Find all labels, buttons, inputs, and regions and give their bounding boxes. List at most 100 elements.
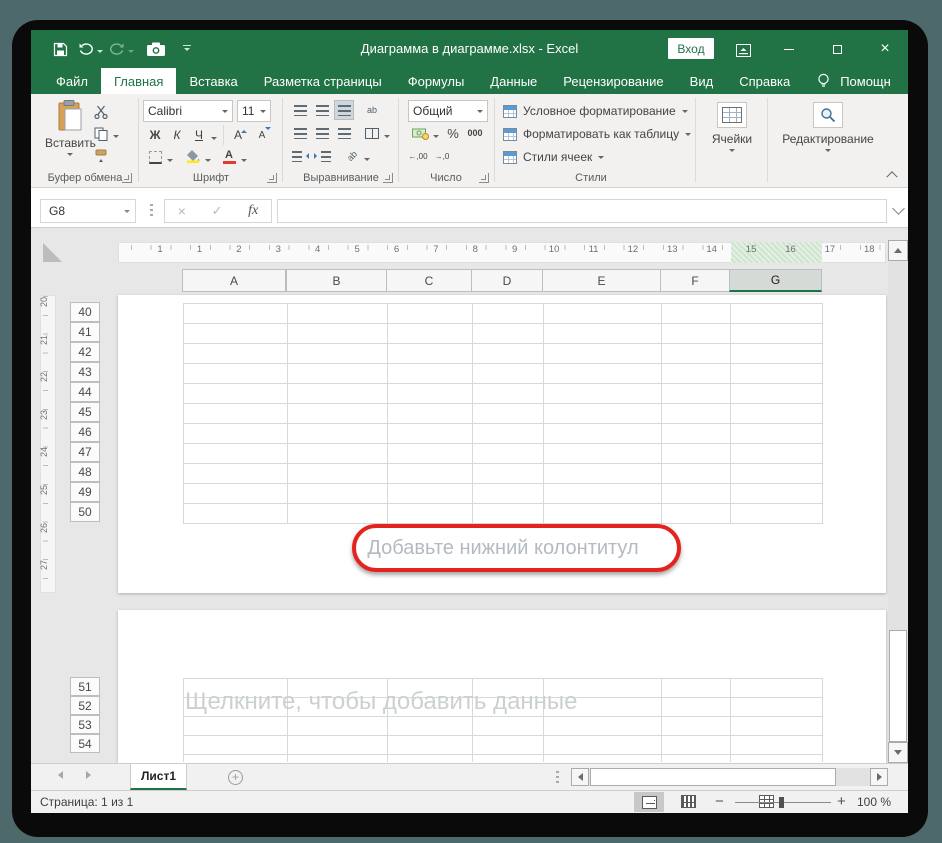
row-header[interactable]: 44 bbox=[70, 382, 100, 402]
expand-formula-bar-icon[interactable] bbox=[892, 202, 905, 215]
close-button[interactable]: × bbox=[872, 38, 898, 60]
align-top-button[interactable] bbox=[290, 100, 310, 120]
zoom-slider-thumb[interactable] bbox=[779, 797, 784, 808]
column-header[interactable]: F bbox=[660, 269, 730, 292]
chart-data-placeholder[interactable]: Щелкните, чтобы добавить данные bbox=[185, 688, 645, 716]
paste-button[interactable]: Вставить bbox=[45, 100, 96, 159]
zoom-in-button[interactable]: + bbox=[837, 793, 846, 810]
column-header[interactable]: G bbox=[729, 269, 822, 292]
select-all-corner[interactable] bbox=[43, 243, 62, 262]
wrap-text-button[interactable]: ab bbox=[362, 100, 382, 120]
fill-color-dropdown-icon[interactable] bbox=[205, 159, 211, 165]
row-header[interactable]: 54 bbox=[70, 734, 100, 753]
cell-grid-page1[interactable] bbox=[183, 303, 823, 524]
merge-dropdown-icon[interactable] bbox=[384, 135, 390, 141]
maximize-button[interactable] bbox=[824, 38, 850, 60]
copy-dropdown-icon[interactable] bbox=[113, 135, 119, 141]
ribbon-tab[interactable]: Главная bbox=[101, 68, 176, 94]
row-header[interactable]: 52 bbox=[70, 696, 100, 715]
merge-center-button[interactable] bbox=[362, 123, 382, 143]
column-header[interactable]: B bbox=[286, 269, 387, 292]
signin-button[interactable]: Вход bbox=[668, 38, 714, 59]
enter-icon[interactable]: ✓ bbox=[212, 203, 223, 219]
align-middle-button[interactable] bbox=[312, 100, 332, 120]
decrease-indent-button[interactable] bbox=[290, 146, 310, 166]
ribbon-display-options-button[interactable] bbox=[733, 40, 753, 60]
editing-button[interactable]: Редактирование bbox=[772, 102, 884, 155]
add-sheet-button[interactable]: + bbox=[228, 770, 243, 785]
row-header[interactable]: 45 bbox=[70, 402, 100, 422]
accounting-format-button[interactable] bbox=[408, 123, 432, 143]
ribbon-tab[interactable]: Вставка bbox=[176, 68, 250, 94]
orientation-button[interactable]: ab bbox=[342, 146, 362, 166]
name-box[interactable]: G8 bbox=[40, 199, 136, 223]
sheet-tab-active[interactable]: Лист1 bbox=[130, 764, 187, 790]
column-header[interactable]: D bbox=[471, 269, 543, 292]
format-painter-button[interactable] bbox=[91, 146, 111, 166]
dialog-launcher-icon[interactable] bbox=[383, 173, 393, 183]
row-header[interactable]: 51 bbox=[70, 677, 100, 696]
scroll-right-button[interactable] bbox=[870, 768, 888, 786]
scroll-left-button[interactable] bbox=[571, 768, 589, 786]
ribbon-tab[interactable]: Вид bbox=[677, 68, 727, 94]
increase-font-size-button[interactable]: А bbox=[228, 125, 248, 145]
number-format-select[interactable]: Общий bbox=[408, 100, 488, 122]
insert-function-icon[interactable]: fx bbox=[248, 203, 258, 219]
vertical-scrollbar-thumb[interactable] bbox=[889, 630, 907, 742]
collapse-ribbon-button[interactable] bbox=[888, 170, 898, 178]
scroll-down-button[interactable] bbox=[888, 742, 908, 763]
dialog-launcher-icon[interactable] bbox=[267, 173, 277, 183]
underline-dropdown-icon[interactable] bbox=[211, 137, 217, 143]
column-header[interactable]: E bbox=[542, 269, 661, 292]
column-header[interactable]: A bbox=[182, 269, 286, 292]
row-header[interactable]: 41 bbox=[70, 322, 100, 342]
cells-button[interactable]: Ячейки bbox=[700, 102, 764, 155]
orientation-dropdown-icon[interactable] bbox=[364, 158, 370, 164]
underline-button[interactable]: Ч bbox=[189, 125, 209, 145]
row-header[interactable]: 50 bbox=[70, 502, 100, 522]
row-header[interactable]: 53 bbox=[70, 715, 100, 734]
ribbon-tab[interactable]: Разметка страницы bbox=[251, 68, 395, 94]
style-menu-button[interactable]: Форматировать как таблицу bbox=[503, 124, 691, 144]
minimize-button[interactable] bbox=[776, 38, 802, 60]
cancel-icon[interactable]: × bbox=[178, 203, 186, 219]
ribbon-tab[interactable]: Данные bbox=[477, 68, 550, 94]
view-page-break-button[interactable] bbox=[681, 795, 696, 808]
tab-bar-drag-handle[interactable] bbox=[556, 771, 559, 784]
view-page-layout-button[interactable] bbox=[634, 792, 664, 812]
increase-indent-button[interactable] bbox=[312, 146, 332, 166]
borders-dropdown-icon[interactable] bbox=[167, 159, 173, 165]
align-bottom-button[interactable] bbox=[334, 100, 354, 120]
align-center-button[interactable] bbox=[312, 123, 332, 143]
formula-bar-drag-handle[interactable] bbox=[150, 204, 153, 218]
borders-button[interactable] bbox=[145, 147, 165, 167]
italic-button[interactable]: К bbox=[167, 125, 187, 145]
fill-color-button[interactable] bbox=[183, 147, 203, 167]
style-menu-button[interactable]: Стили ячеек bbox=[503, 147, 604, 167]
formula-input[interactable] bbox=[277, 199, 887, 223]
font-color-dropdown-icon[interactable] bbox=[241, 159, 247, 165]
increase-decimal-button[interactable]: ←,00 bbox=[408, 146, 428, 166]
zoom-out-button[interactable]: − bbox=[715, 793, 724, 810]
horizontal-scrollbar-thumb[interactable] bbox=[590, 768, 836, 786]
decrease-decimal-button[interactable]: →,0 bbox=[432, 146, 452, 166]
accounting-dropdown-icon[interactable] bbox=[433, 135, 439, 141]
ribbon-tab[interactable]: Рецензирование bbox=[550, 68, 676, 94]
column-header[interactable]: C bbox=[386, 269, 472, 292]
row-header[interactable]: 43 bbox=[70, 362, 100, 382]
cut-button[interactable] bbox=[91, 102, 111, 122]
align-right-button[interactable] bbox=[334, 123, 354, 143]
row-header[interactable]: 49 bbox=[70, 482, 100, 502]
row-header[interactable]: 46 bbox=[70, 422, 100, 442]
tab-help[interactable]: Помощн bbox=[836, 74, 895, 89]
font-size-select[interactable]: 11 bbox=[237, 100, 271, 122]
dialog-launcher-icon[interactable] bbox=[479, 173, 489, 183]
decrease-font-size-button[interactable]: А bbox=[252, 125, 272, 145]
style-menu-button[interactable]: Условное форматирование bbox=[503, 101, 688, 121]
ribbon-tab[interactable]: Справка bbox=[726, 68, 803, 94]
row-header[interactable]: 47 bbox=[70, 442, 100, 462]
font-family-select[interactable]: Calibri bbox=[143, 100, 233, 122]
align-left-button[interactable] bbox=[290, 123, 310, 143]
scroll-up-button[interactable] bbox=[888, 240, 908, 261]
bold-button[interactable]: Ж bbox=[145, 125, 165, 145]
